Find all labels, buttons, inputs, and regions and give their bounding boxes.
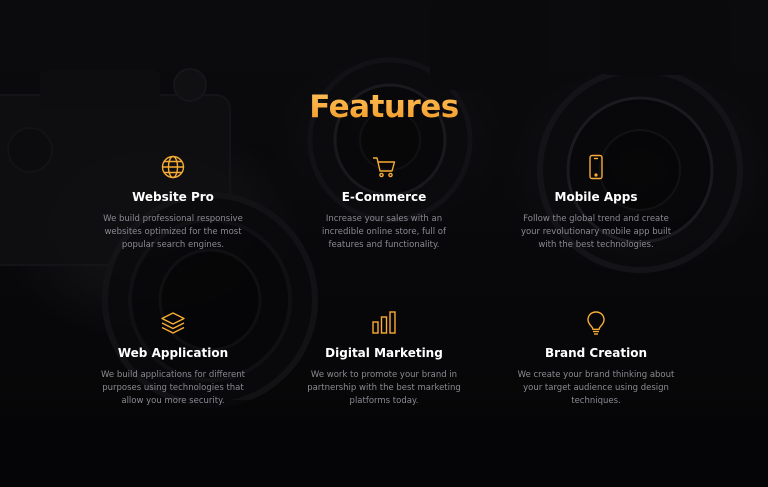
feature-title: Mobile Apps (554, 190, 638, 204)
feature-card-website-pro: Website Pro We build professional respon… (73, 154, 273, 252)
features-section: Features Website Pro We build profession… (0, 0, 768, 487)
lightbulb-icon (587, 311, 605, 335)
section-title: Features (0, 89, 768, 125)
feature-card-brand-creation: Brand Creation We create your brand thin… (496, 310, 696, 408)
feature-title: E-Commerce (341, 190, 427, 204)
feature-card-mobile-apps: Mobile Apps Follow the global trend and … (496, 154, 696, 252)
feature-description: We create your brand thinking about your… (517, 370, 675, 406)
bar-chart-icon (372, 311, 396, 334)
feature-title: Website Pro (132, 190, 214, 204)
feature-description: We build applications for different purp… (101, 370, 245, 406)
feature-description: We work to promote your brand in partner… (307, 370, 461, 406)
feature-description: Increase your sales with an incredible o… (322, 214, 446, 250)
feature-title: Brand Creation (544, 346, 648, 360)
mobile-phone-icon (589, 154, 603, 180)
shopping-cart-icon (373, 157, 396, 178)
feature-description: Follow the global trend and create your … (520, 214, 672, 250)
feature-title: Web Application (117, 346, 229, 360)
feature-card-e-commerce: E-Commerce Increase your sales with an i… (284, 154, 484, 252)
feature-title: Digital Marketing (325, 346, 443, 360)
layers-icon (161, 312, 185, 334)
feature-card-web-application: Web Application We build applications fo… (73, 310, 273, 408)
feature-card-digital-marketing: Digital Marketing We work to promote you… (284, 310, 484, 408)
globe-icon (161, 155, 185, 179)
feature-description: We build professional responsive website… (103, 214, 243, 250)
